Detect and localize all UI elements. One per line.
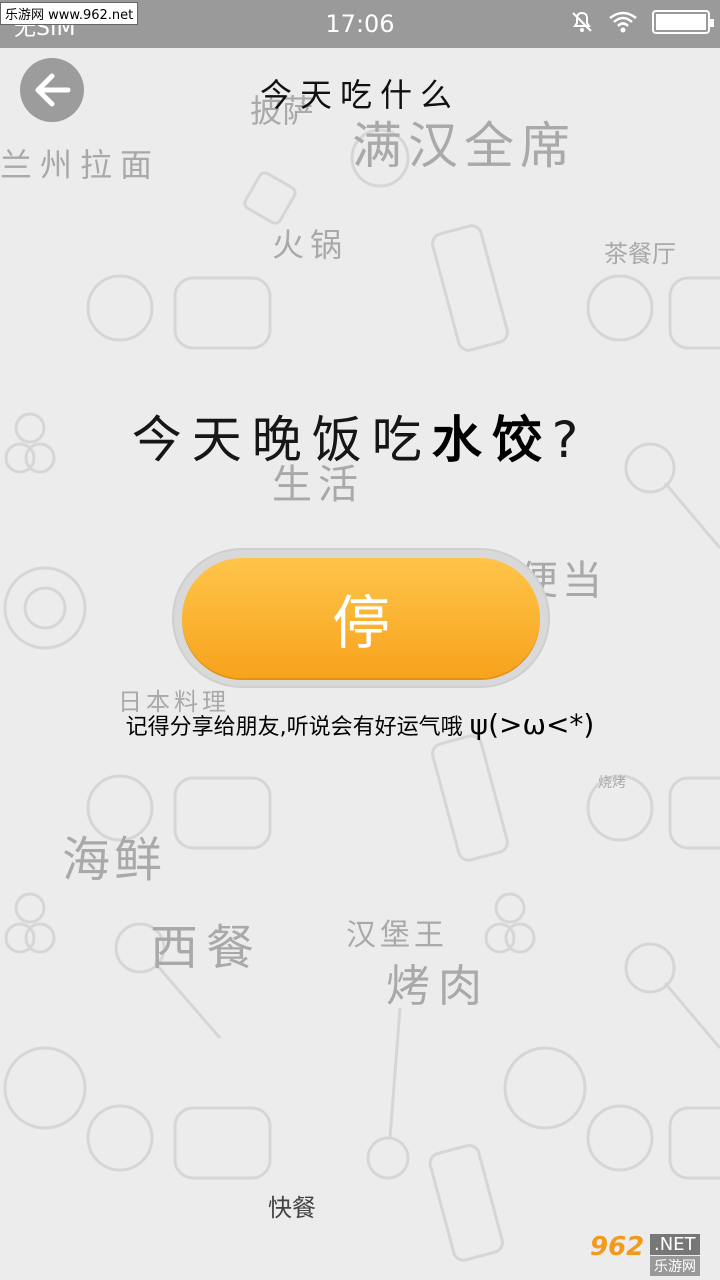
bg-word: 兰州拉面 xyxy=(0,146,161,184)
wifi-icon xyxy=(609,11,637,33)
logo-net: .NET xyxy=(650,1234,700,1255)
question-mark: ? xyxy=(551,411,589,469)
bg-word: 烧烤 xyxy=(598,775,626,791)
dish-name: 水饺 xyxy=(431,411,552,469)
logo-site: 乐游网 xyxy=(650,1256,700,1276)
status-bar: 无SIM 乐游网 www.962.net 17:06 xyxy=(0,0,720,48)
share-tip: 记得分享给朋友,听说会有好运气哦 ψ(>ω<*) xyxy=(0,708,720,741)
page-title: 今天吃什么 xyxy=(259,76,460,114)
dinner-question: 今天晚饭吃水饺? xyxy=(0,400,720,472)
bg-word: 海鲜 xyxy=(62,832,167,888)
bg-word: 满汉全席 xyxy=(352,117,576,175)
site-logo: 962 .NET 乐游网 xyxy=(584,1232,714,1276)
logo-number: 962 xyxy=(590,1232,645,1262)
stop-button[interactable]: 停 xyxy=(182,558,540,678)
battery-icon xyxy=(652,10,714,34)
share-tip-text: 记得分享给朋友,听说会有好运气哦 xyxy=(125,715,463,740)
mute-icon xyxy=(572,11,592,32)
bg-word: 汉堡王 xyxy=(346,918,448,953)
bg-word: 烤肉 xyxy=(386,961,490,1012)
kaomoji: ψ(>ω<*) xyxy=(469,708,595,741)
bg-word: 火锅 xyxy=(272,226,349,264)
question-prefix: 今天晚饭吃 xyxy=(131,411,432,469)
bg-word: 快餐 xyxy=(268,1194,316,1222)
bg-word: 西餐 xyxy=(150,920,263,976)
bg-word: 茶餐厅 xyxy=(604,240,676,268)
status-icons xyxy=(570,10,714,34)
